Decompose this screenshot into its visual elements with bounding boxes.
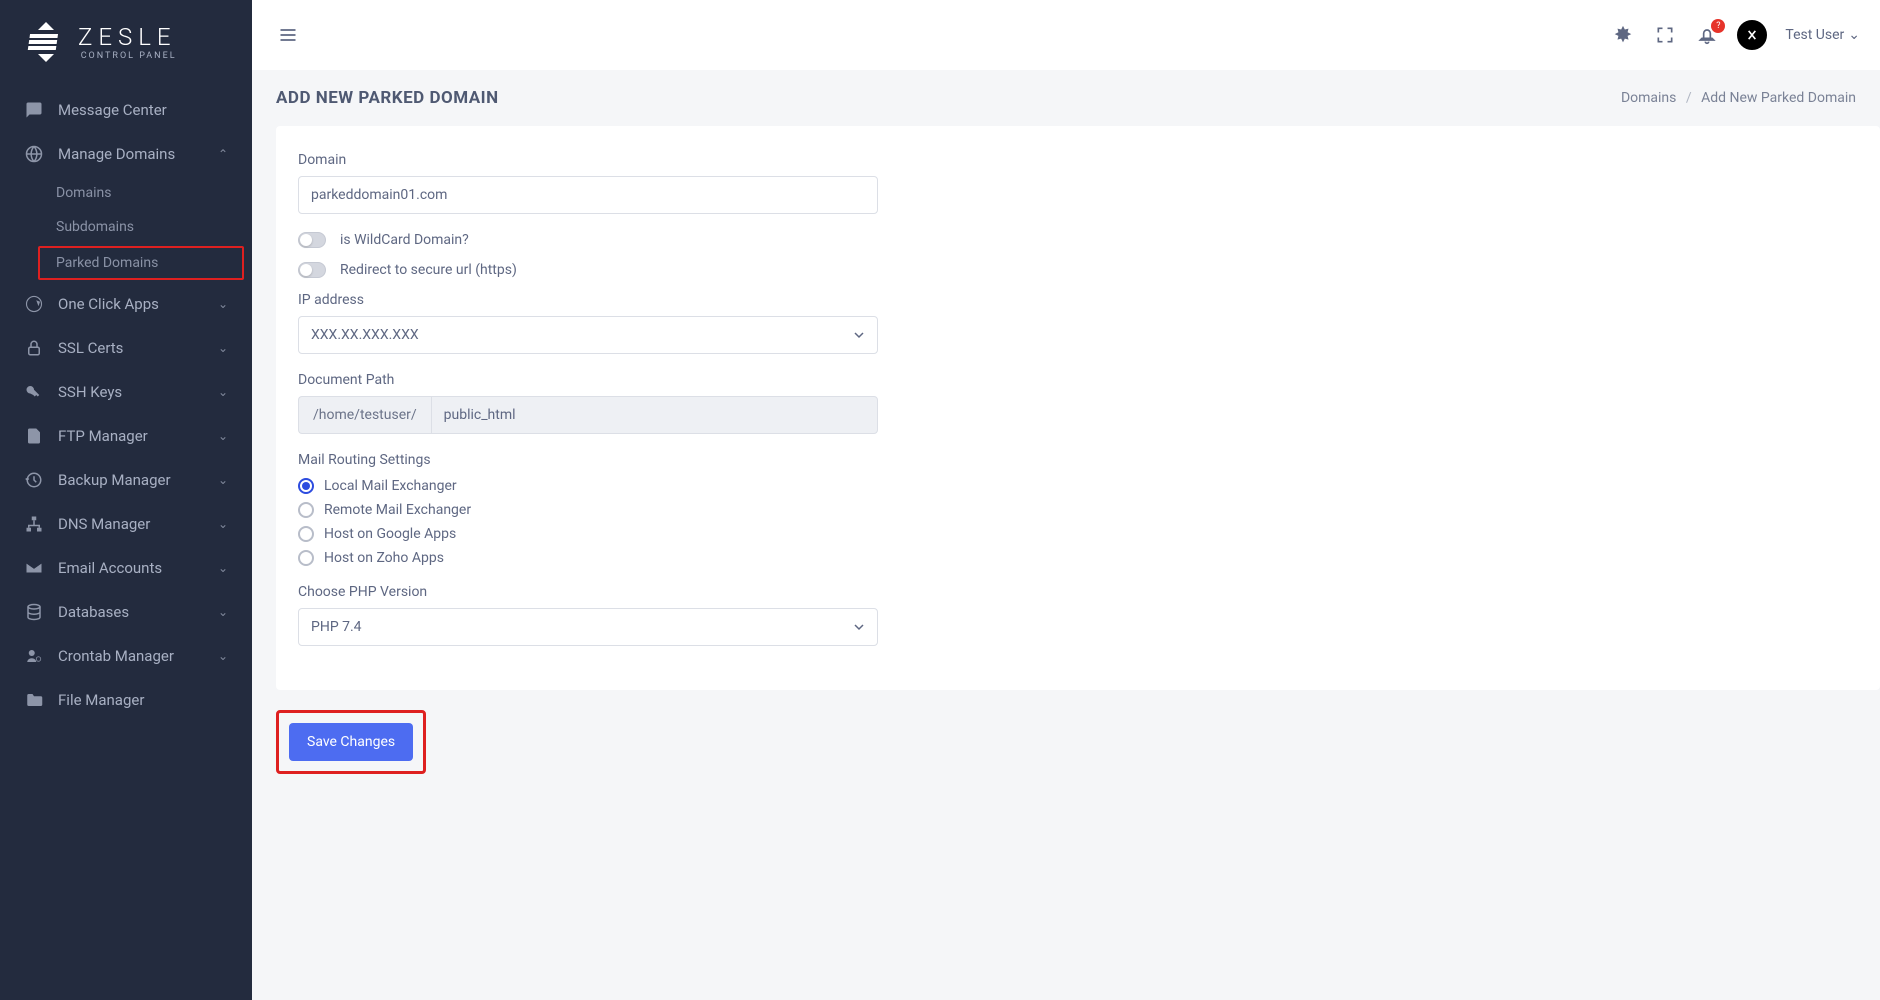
sidebar: ZESLE CONTROL PANEL Message Center Manag…: [0, 0, 252, 1000]
sidebar-label: Backup Manager: [58, 471, 171, 489]
sidebar-label: SSH Keys: [58, 383, 122, 401]
breadcrumb-root[interactable]: Domains: [1621, 90, 1676, 106]
users-cog-icon: [24, 646, 44, 666]
file-icon: [24, 426, 44, 446]
history-icon: [24, 470, 44, 490]
docpath-prefix: /home/testuser/: [298, 396, 431, 434]
radio-icon: [298, 526, 314, 542]
sidebar-sub-domains[interactable]: Domains: [0, 176, 252, 210]
wildcard-toggle[interactable]: [298, 232, 326, 248]
brand-subtitle: CONTROL PANEL: [78, 51, 177, 61]
radio-label: Host on Google Apps: [324, 526, 456, 542]
sidebar-item-databases[interactable]: Databases ⌄: [0, 590, 252, 634]
domain-input[interactable]: [298, 176, 878, 214]
radio-local-mail[interactable]: Local Mail Exchanger: [298, 478, 1858, 494]
php-select[interactable]: PHP 7.4: [298, 608, 878, 646]
sidebar-item-dns[interactable]: DNS Manager ⌄: [0, 502, 252, 546]
docpath-label: Document Path: [298, 372, 878, 388]
sidebar-item-email[interactable]: Email Accounts ⌄: [0, 546, 252, 590]
breadcrumb: Domains / Add New Parked Domain: [1621, 90, 1856, 106]
database-icon: [24, 602, 44, 622]
lock-icon: [24, 338, 44, 358]
redirect-label: Redirect to secure url (https): [340, 262, 517, 278]
sidebar-item-file-manager[interactable]: File Manager: [0, 678, 252, 722]
sidebar-label: One Click Apps: [58, 295, 159, 313]
brand-title: ZESLE: [78, 23, 177, 51]
chevron-down-icon: ⌄: [218, 649, 228, 663]
chevron-down-icon: ⌄: [218, 385, 228, 399]
wildcard-label: is WildCard Domain?: [340, 232, 469, 248]
chevron-down-icon: ⌄: [218, 429, 228, 443]
radio-google-apps[interactable]: Host on Google Apps: [298, 526, 1858, 542]
save-button[interactable]: Save Changes: [289, 723, 413, 761]
user-menu[interactable]: Test User ⌄: [1785, 27, 1860, 43]
php-label: Choose PHP Version: [298, 584, 878, 600]
sidebar-label: Manage Domains: [58, 145, 175, 163]
user-avatar[interactable]: [1737, 20, 1767, 50]
sidebar-item-one-click[interactable]: One Click Apps ⌄: [0, 282, 252, 326]
bell-icon[interactable]: ?: [1695, 23, 1719, 47]
sidebar-label: Crontab Manager: [58, 647, 174, 665]
brand-logo[interactable]: ZESLE CONTROL PANEL: [0, 0, 252, 84]
sidebar-label: Message Center: [58, 101, 167, 119]
radio-remote-mail[interactable]: Remote Mail Exchanger: [298, 502, 1858, 518]
wordpress-icon: [24, 294, 44, 314]
sidebar-label: SSL Certs: [58, 339, 123, 357]
docpath-input[interactable]: [431, 396, 878, 434]
page-title: ADD NEW PARKED DOMAIN: [276, 88, 499, 108]
chevron-down-icon: ⌄: [218, 473, 228, 487]
logo-icon: [24, 20, 68, 64]
sidebar-item-manage-domains[interactable]: Manage Domains ⌃: [0, 132, 252, 176]
form-card: Domain is WildCard Domain? Redirect to s…: [276, 126, 1880, 690]
radio-zoho-apps[interactable]: Host on Zoho Apps: [298, 550, 1858, 566]
sidebar-label: Email Accounts: [58, 559, 162, 577]
envelope-icon: [24, 558, 44, 578]
topbar: ? Test User ⌄: [252, 0, 1880, 70]
sidebar-item-ssh[interactable]: SSH Keys ⌄: [0, 370, 252, 414]
folder-icon: [24, 690, 44, 710]
chevron-down-icon: ⌄: [218, 605, 228, 619]
key-icon: [24, 382, 44, 402]
sidebar-item-ssl[interactable]: SSL Certs ⌄: [0, 326, 252, 370]
fullscreen-icon[interactable]: [1653, 23, 1677, 47]
chevron-up-icon: ⌃: [218, 147, 228, 161]
radio-icon: [298, 502, 314, 518]
sidebar-item-ftp[interactable]: FTP Manager ⌄: [0, 414, 252, 458]
chevron-down-icon: ⌄: [218, 561, 228, 575]
radio-label: Host on Zoho Apps: [324, 550, 444, 566]
sidebar-label: DNS Manager: [58, 515, 150, 533]
breadcrumb-current: Add New Parked Domain: [1701, 90, 1856, 106]
sidebar-item-crontab[interactable]: Crontab Manager ⌄: [0, 634, 252, 678]
sidebar-sub-parked-domains[interactable]: Parked Domains: [38, 246, 244, 280]
radio-label: Remote Mail Exchanger: [324, 502, 471, 518]
chevron-down-icon: ⌄: [218, 297, 228, 311]
chevron-down-icon: ⌄: [218, 341, 228, 355]
radio-icon: [298, 550, 314, 566]
save-highlight: Save Changes: [276, 710, 426, 774]
mail-routing-label: Mail Routing Settings: [298, 452, 1858, 468]
radio-icon: [298, 478, 314, 494]
sidebar-label: Databases: [58, 603, 129, 621]
radio-label: Local Mail Exchanger: [324, 478, 457, 494]
domain-label: Domain: [298, 152, 878, 168]
chevron-down-icon: ⌄: [1848, 27, 1860, 43]
sidebar-sub-subdomains[interactable]: Subdomains: [0, 210, 252, 244]
user-name: Test User: [1785, 27, 1844, 43]
redirect-toggle[interactable]: [298, 262, 326, 278]
sidebar-label: FTP Manager: [58, 427, 148, 445]
notification-badge: ?: [1711, 19, 1725, 33]
chevron-down-icon: ⌄: [218, 517, 228, 531]
sitemap-icon: [24, 514, 44, 534]
leaf-icon[interactable]: [1611, 23, 1635, 47]
ip-select[interactable]: XXX.XX.XXX.XXX: [298, 316, 878, 354]
comment-icon: [24, 100, 44, 120]
ip-label: IP address: [298, 292, 878, 308]
hamburger-icon[interactable]: [276, 23, 300, 47]
sidebar-item-message-center[interactable]: Message Center: [0, 88, 252, 132]
page-header: ADD NEW PARKED DOMAIN Domains / Add New …: [252, 70, 1880, 126]
globe-icon: [24, 144, 44, 164]
breadcrumb-sep: /: [1686, 90, 1692, 106]
sidebar-item-backup[interactable]: Backup Manager ⌄: [0, 458, 252, 502]
sidebar-label: File Manager: [58, 691, 144, 709]
